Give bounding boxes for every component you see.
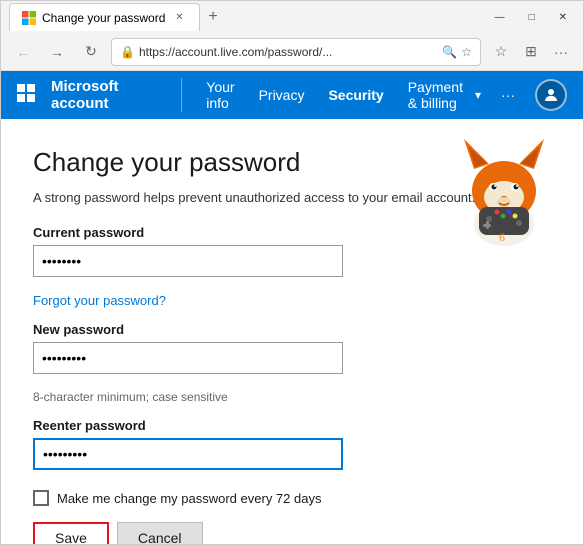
ms-nav-right <box>535 79 567 111</box>
nav-your-info[interactable]: Your info <box>194 71 246 119</box>
title-bar: Change your password ✕ + — □ ✕ <box>1 1 583 33</box>
refresh-button[interactable]: ↻ <box>77 38 105 66</box>
reenter-password-group: Reenter password <box>33 418 373 474</box>
new-tab-button[interactable]: + <box>204 8 221 26</box>
back-button[interactable]: ← <box>9 38 37 66</box>
reenter-password-input[interactable] <box>33 438 343 470</box>
password-hint: 8-character minimum; case sensitive <box>33 390 373 404</box>
button-row: Save Cancel <box>33 522 373 544</box>
new-password-label: New password <box>33 322 373 337</box>
page-content: 6 Change your password A strong password… <box>1 119 583 544</box>
address-bar: ← → ↻ 🔒 https://account.live.com/passwor… <box>1 33 583 71</box>
star-icon[interactable]: ☆ <box>461 45 472 59</box>
close-button[interactable]: ✕ <box>551 10 575 25</box>
nav-payment[interactable]: Payment & billing <box>396 71 475 119</box>
title-bar-left: Change your password ✕ + <box>9 3 222 31</box>
url-bar[interactable]: 🔒 https://account.live.com/password/... … <box>111 38 481 66</box>
tab-favicon <box>22 11 36 25</box>
forward-button[interactable]: → <box>43 38 71 66</box>
collections-icon[interactable]: ⊞ <box>517 38 545 66</box>
ms-more-button[interactable]: ··· <box>493 87 523 103</box>
lock-icon: 🔒 <box>120 45 135 59</box>
form-section: Current password Forgot your password? N… <box>33 225 373 544</box>
minimize-button[interactable]: — <box>487 10 513 25</box>
cancel-button[interactable]: Cancel <box>117 522 203 544</box>
nav-security[interactable]: Security <box>316 71 395 119</box>
new-password-group: New password <box>33 322 373 378</box>
reenter-password-label: Reenter password <box>33 418 373 433</box>
nav-privacy[interactable]: Privacy <box>247 71 317 119</box>
browser-tab[interactable]: Change your password ✕ <box>9 3 200 31</box>
current-password-label: Current password <box>33 225 373 240</box>
maximize-button[interactable]: □ <box>521 10 543 25</box>
window-controls: — □ ✕ <box>487 10 575 25</box>
password-expiry-label: Make me change my password every 72 days <box>57 491 321 506</box>
ms-avatar[interactable] <box>535 79 567 111</box>
forgot-password-link[interactable]: Forgot your password? <box>33 293 373 308</box>
url-text: https://account.live.com/password/... <box>139 45 438 59</box>
new-password-input[interactable] <box>33 342 343 374</box>
save-button[interactable]: Save <box>33 522 109 544</box>
ms-navbar: Microsoft account Your info Privacy Secu… <box>1 71 583 119</box>
current-password-input[interactable] <box>33 245 343 277</box>
more-tools-icon[interactable]: ··· <box>547 38 575 66</box>
toolbar-icons: ☆ ⊞ ··· <box>487 38 575 66</box>
tab-close-button[interactable]: ✕ <box>171 10 187 26</box>
svg-text:6: 6 <box>499 230 505 244</box>
nav-chevron: ▾ <box>475 88 481 102</box>
hub-icon[interactable]: ☆ <box>487 38 515 66</box>
ms-nav-items: Your info Privacy Security Payment & bil… <box>194 71 481 119</box>
search-url-icon[interactable]: 🔍 <box>442 45 457 59</box>
password-expiry-row: Make me change my password every 72 days <box>33 490 373 506</box>
ms-brand: Microsoft account <box>51 78 182 112</box>
tab-title: Change your password <box>42 11 165 25</box>
ms-grid-icon[interactable] <box>17 84 35 107</box>
password-expiry-checkbox[interactable] <box>33 490 49 506</box>
url-icons: 🔍 ☆ <box>442 45 472 59</box>
current-password-group: Current password <box>33 225 373 281</box>
fox-mascot: 6 <box>449 129 559 259</box>
